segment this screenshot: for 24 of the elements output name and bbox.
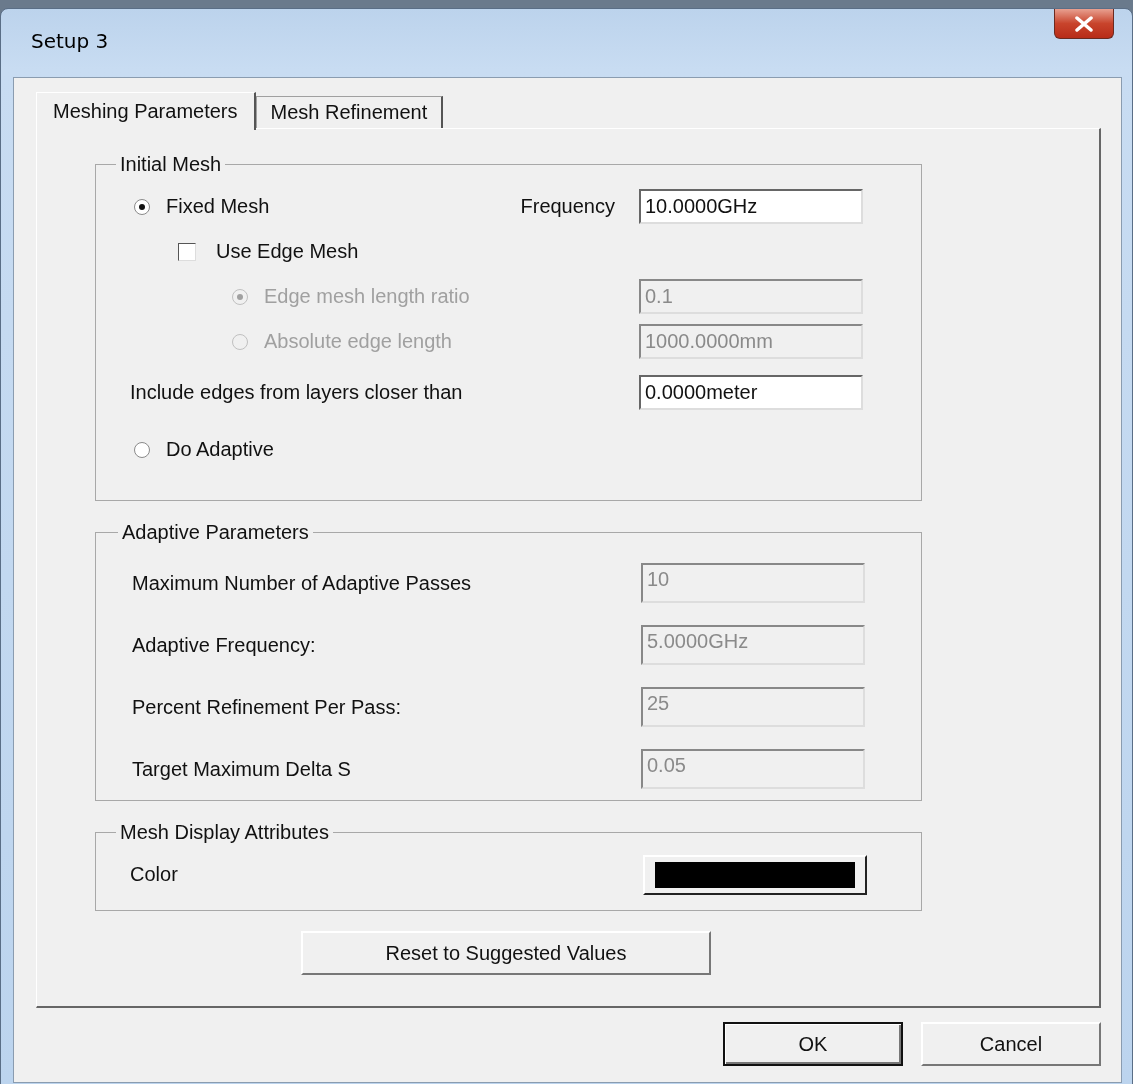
field-label: Include edges from layers closer than	[130, 381, 463, 404]
field-label: Adaptive Frequency:	[132, 633, 316, 657]
radio-option[interactable]: Fixed Mesh	[130, 195, 270, 218]
dialog-button[interactable]: Cancel	[921, 1022, 1101, 1066]
group-title: Initial Mesh	[119, 153, 223, 176]
field-label: Color	[130, 863, 178, 886]
window-title: Setup 3	[31, 29, 109, 53]
input-field[interactable]: 0.0000meter	[639, 375, 863, 410]
field-label: Maximum Number of Adaptive Passes	[132, 571, 472, 595]
dialog-button[interactable]: OK	[723, 1022, 903, 1066]
close-icon	[1073, 15, 1095, 32]
tab[interactable]: Mesh Refinement	[255, 96, 444, 128]
input-field[interactable]: 10.0000GHz	[639, 189, 863, 224]
close-button[interactable]	[1054, 9, 1114, 39]
field-label: Percent Refinement Per Pass:	[132, 695, 401, 719]
group-title: Mesh Display Attributes	[119, 821, 330, 844]
field-label: Frequency	[520, 195, 615, 218]
field-label: Target Maximum Delta S	[132, 757, 351, 781]
checkbox-option[interactable]: Use Edge Mesh	[178, 240, 359, 263]
color-picker-button[interactable]	[643, 854, 867, 895]
reset-button[interactable]: Reset to Suggested Values	[301, 931, 711, 975]
group-title: Adaptive Parameters	[121, 521, 310, 544]
radio-option[interactable]: Do Adaptive	[130, 438, 274, 461]
tab[interactable]: Meshing Parameters	[36, 92, 256, 130]
